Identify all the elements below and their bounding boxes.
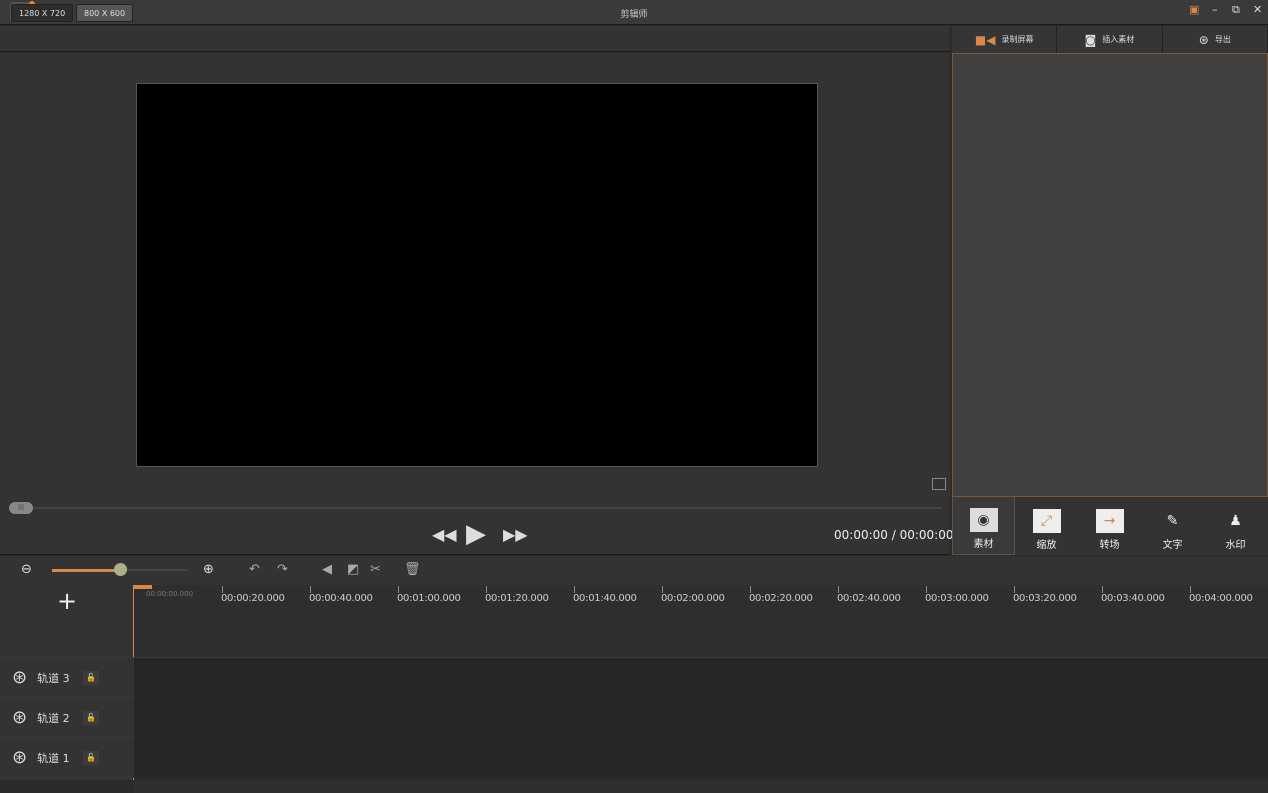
resolution-toolbar (0, 26, 950, 52)
restore-button[interactable]: ⧉ (1232, 3, 1240, 17)
track-header: ⊛ 轨道 1 🔓 (0, 738, 134, 778)
cut-icon[interactable]: ✂ (370, 562, 381, 577)
add-track-button[interactable]: + (0, 585, 134, 618)
track-lane[interactable] (134, 738, 1268, 777)
zoom-icon: ⤢ (1032, 509, 1061, 533)
play-icon[interactable]: ▶ (466, 519, 486, 549)
tab-insert-media[interactable]: ◙ 插入素材 (1057, 26, 1163, 53)
ruler-tick (574, 586, 575, 593)
zoom-slider-handle[interactable] (114, 563, 127, 576)
seek-handle[interactable]: ||| (9, 502, 33, 514)
film-reel-icon: ⊛ (1198, 32, 1209, 47)
ruler-tick-label: 00:03:00.000 (925, 593, 989, 604)
lock-icon[interactable]: 🔓 (83, 750, 100, 765)
ruler-tick (1102, 586, 1103, 593)
ruler-tick (1014, 586, 1015, 593)
track-lane[interactable] (134, 658, 1268, 697)
right-tabs: ■◀ 录制屏幕 ◙ 插入素材 ⊛ 导出 (952, 26, 1268, 53)
film-reel-icon: ⊛ (12, 667, 28, 688)
delete-icon[interactable]: 🗑 (404, 562, 421, 577)
track-header: ⊛ 轨道 3 🔓 (0, 658, 134, 698)
ruler-tick-label: 00:01:40.000 (573, 593, 637, 604)
zoom-slider-fill (52, 569, 120, 572)
tab-export[interactable]: ⊛ 导出 (1163, 26, 1268, 53)
video-canvas[interactable] (136, 83, 818, 467)
stamp-icon: ♟ (1229, 513, 1242, 529)
tool-text[interactable]: ✎ 文字 (1141, 497, 1204, 555)
lock-icon[interactable]: 🔓 (83, 670, 100, 685)
track-lane[interactable] (134, 698, 1268, 737)
close-button[interactable]: ✕ (1253, 3, 1262, 16)
lock-icon[interactable]: 🔓 (83, 710, 100, 725)
seek-track[interactable] (30, 507, 942, 509)
mute-icon[interactable]: ◀ (322, 562, 332, 577)
tab-record-screen[interactable]: ■◀ 录制屏幕 (952, 26, 1058, 53)
seek-bar[interactable] (0, 497, 950, 515)
zoom-out-icon[interactable]: ⊖ (21, 562, 32, 577)
transition-icon: → (1095, 509, 1124, 533)
ruler-tick-label: 00:03:40.000 (1101, 593, 1165, 604)
fullscreen-icon[interactable] (932, 478, 946, 490)
pencil-icon: ✎ (1166, 513, 1179, 529)
tool-transition[interactable]: → 转场 (1078, 497, 1141, 555)
ruler-tick (486, 586, 487, 593)
ruler-tick (398, 586, 399, 593)
ruler-tick (926, 586, 927, 593)
ruler-tick-label: 00:04:00.000 (1189, 593, 1253, 604)
resolution-1280-button[interactable]: 1280 X 720 (11, 4, 74, 22)
time-display: 00:00:00 / 00:00:00 (834, 528, 954, 542)
resolution-800-button[interactable]: 800 X 600 (76, 4, 134, 22)
tool-zoom[interactable]: ⤢ 缩放 (1015, 497, 1078, 555)
crop-icon[interactable]: ◩ (347, 562, 359, 577)
horizontal-scrollbar[interactable] (134, 780, 1268, 793)
ruler-tick-label: 00:00:40.000 (309, 593, 373, 604)
folder-camera-icon: ◉ (969, 508, 998, 532)
timeline-toolbar (0, 556, 1268, 585)
ruler-tick-label: 00:01:20.000 (485, 593, 549, 604)
undo-icon[interactable]: ↶ (249, 562, 260, 577)
camera-folder-icon: ◙ (1084, 32, 1097, 47)
ruler-tick (750, 586, 751, 593)
film-reel-icon: ⊛ (12, 747, 28, 768)
ruler-tick-label: 00:02:00.000 (661, 593, 725, 604)
ruler-tick (310, 586, 311, 593)
minimize-button[interactable]: – (1212, 3, 1218, 16)
fast-forward-icon[interactable]: ▶▶ (503, 525, 528, 544)
ruler-tick-label: 00:02:40.000 (837, 593, 901, 604)
ruler-tick-label: 00:00:20.000 (221, 593, 285, 604)
ruler-tick (1190, 586, 1191, 593)
zoom-in-icon[interactable]: ⊕ (203, 562, 214, 577)
ruler-tick-label: 00:02:20.000 (749, 593, 813, 604)
track-header: ⊛ 轨道 2 🔓 (0, 698, 134, 738)
overlay-row[interactable] (134, 618, 1268, 657)
playhead[interactable] (134, 585, 152, 589)
ruler-tick (222, 586, 223, 593)
tool-watermark[interactable]: ♟ 水印 (1204, 497, 1267, 555)
tool-media[interactable]: ◉ 素材 (952, 497, 1015, 555)
redo-icon[interactable]: ↷ (277, 562, 288, 577)
ruler-tick (662, 586, 663, 593)
ruler-tick-label: 00:01:00.000 (397, 593, 461, 604)
app-title: 剪辑师 (620, 10, 648, 20)
skin-icon[interactable]: ▣ (1189, 3, 1199, 16)
tool-bar: ◉ 素材 ⤢ 缩放 → 转场 ✎ 文字 ♟ 水印 (952, 497, 1268, 555)
ruler-tick (838, 586, 839, 593)
rewind-icon[interactable]: ◀◀ (432, 525, 457, 544)
media-panel (952, 53, 1268, 497)
ruler-start-label: 00:00:00.000 (146, 590, 194, 598)
film-reel-icon: ⊛ (12, 707, 28, 728)
record-icon: ■◀ (974, 32, 996, 47)
ruler-tick-label: 00:03:20.000 (1013, 593, 1077, 604)
